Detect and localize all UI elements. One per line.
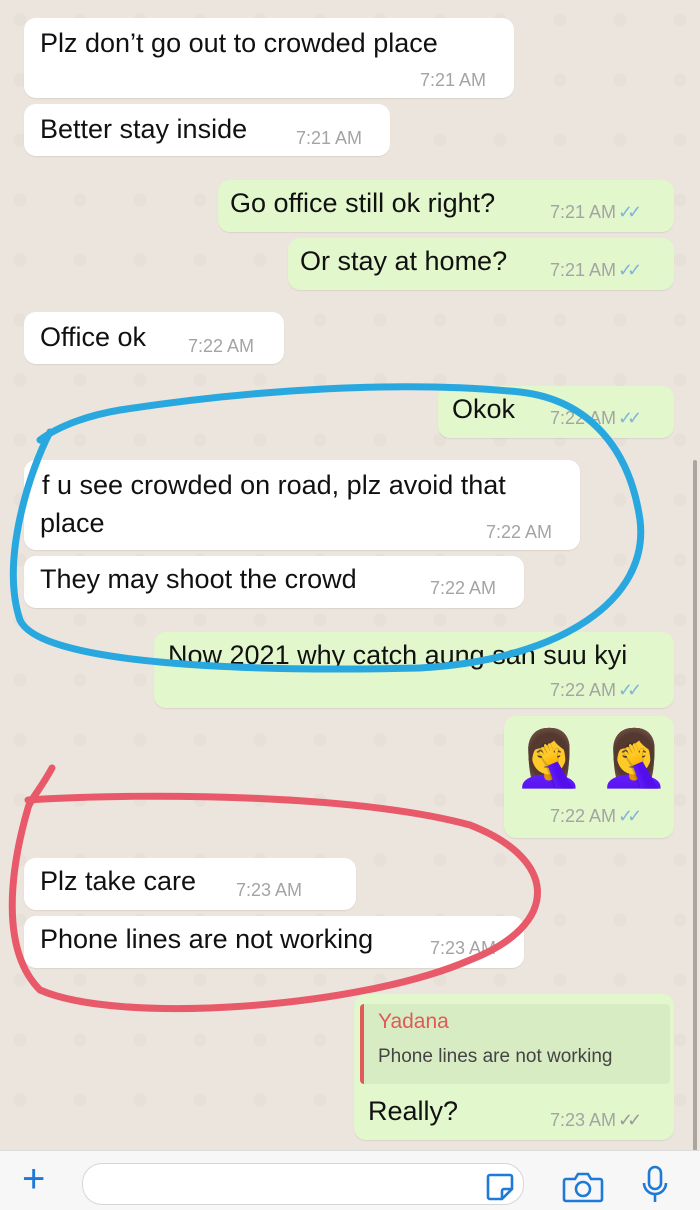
message-time: 7:21 AM ✓✓ bbox=[550, 202, 642, 222]
facepalm-emoji: 🤦‍♀️ 🤦‍♀️ bbox=[514, 726, 670, 789]
message-input[interactable] bbox=[82, 1163, 524, 1205]
message-text: Plz take care bbox=[40, 866, 197, 896]
plus-icon[interactable]: + bbox=[22, 1159, 45, 1199]
message-time: 7:22 AM ✓✓ bbox=[550, 806, 642, 826]
message-time: 7:21 AM bbox=[296, 128, 363, 148]
message-time: 7:22 AM ✓✓ bbox=[550, 680, 642, 700]
message-incoming[interactable]: They may shoot the crowd 7:22 AM bbox=[24, 556, 524, 608]
message-time: 7:22 AM bbox=[188, 336, 255, 356]
message-time: 7:22 AM ✓✓ bbox=[550, 408, 642, 428]
message-outgoing[interactable]: Go office still ok right? 7:21 AM ✓✓ bbox=[218, 180, 674, 232]
message-time: 7:23 AM bbox=[430, 938, 497, 958]
message-incoming[interactable]: Office ok 7:22 AM bbox=[24, 312, 284, 364]
message-time: 7:21 AM ✓✓ bbox=[550, 260, 642, 280]
sent-ticks-icon: ✓✓ bbox=[618, 1110, 642, 1130]
message-time: 7:23 AM bbox=[236, 880, 303, 900]
message-incoming[interactable]: Better stay inside 7:21 AM bbox=[24, 104, 390, 156]
read-ticks-icon: ✓✓ bbox=[618, 202, 642, 222]
message-text: Better stay inside bbox=[40, 114, 248, 144]
message-text: Go office still ok right? bbox=[230, 188, 496, 218]
message-text-line1: f u see crowded on road, plz avoid that bbox=[42, 470, 506, 500]
message-outgoing[interactable]: Now 2021 why catch aung san suu kyi 7:22… bbox=[154, 632, 674, 708]
message-text: They may shoot the crowd bbox=[40, 564, 357, 594]
message-incoming[interactable]: Plz take care 7:23 AM bbox=[24, 858, 356, 910]
read-ticks-icon: ✓✓ bbox=[618, 680, 642, 700]
message-time: 7:21 AM bbox=[420, 70, 487, 90]
read-ticks-icon: ✓✓ bbox=[618, 408, 642, 428]
reply-author: Yadana bbox=[378, 1010, 449, 1033]
message-time: 7:22 AM bbox=[430, 578, 497, 598]
reply-text: Phone lines are not working bbox=[378, 1046, 613, 1067]
message-incoming[interactable]: Phone lines are not working 7:23 AM bbox=[24, 916, 524, 968]
message-outgoing[interactable]: Okok 7:22 AM ✓✓ bbox=[438, 386, 674, 438]
compose-bar: + bbox=[0, 1150, 700, 1210]
message-text: Plz don’t go out to crowded place bbox=[40, 28, 438, 58]
camera-icon[interactable] bbox=[562, 1171, 604, 1203]
message-incoming[interactable]: Plz don’t go out to crowded place 7:21 A… bbox=[24, 18, 514, 98]
microphone-icon[interactable] bbox=[640, 1165, 670, 1205]
message-text: Now 2021 why catch aung san suu kyi bbox=[168, 640, 628, 670]
chat-area: Plz don’t go out to crowded place 7:21 A… bbox=[0, 0, 700, 1160]
message-text-line2: place bbox=[40, 508, 105, 538]
message-text: Or stay at home? bbox=[300, 246, 508, 276]
message-outgoing-emoji[interactable]: 🤦‍♀️ 🤦‍♀️ 7:22 AM ✓✓ bbox=[504, 716, 674, 838]
message-text: Phone lines are not working bbox=[40, 924, 374, 954]
message-text: Office ok bbox=[40, 322, 147, 352]
sticker-icon[interactable] bbox=[484, 1171, 516, 1203]
scrollbar[interactable] bbox=[693, 460, 697, 1160]
message-time: 7:22 AM bbox=[486, 522, 553, 542]
message-outgoing[interactable]: Or stay at home? 7:21 AM ✓✓ bbox=[288, 238, 674, 290]
message-text: Okok bbox=[452, 394, 516, 424]
read-ticks-icon: ✓✓ bbox=[618, 806, 642, 826]
message-incoming[interactable]: f u see crowded on road, plz avoid that … bbox=[24, 460, 580, 550]
message-time: 7:23 AM ✓✓ bbox=[550, 1110, 642, 1130]
read-ticks-icon: ✓✓ bbox=[618, 260, 642, 280]
message-text: Really? bbox=[368, 1096, 459, 1126]
quoted-reply[interactable]: Yadana Phone lines are not working bbox=[360, 1004, 670, 1084]
